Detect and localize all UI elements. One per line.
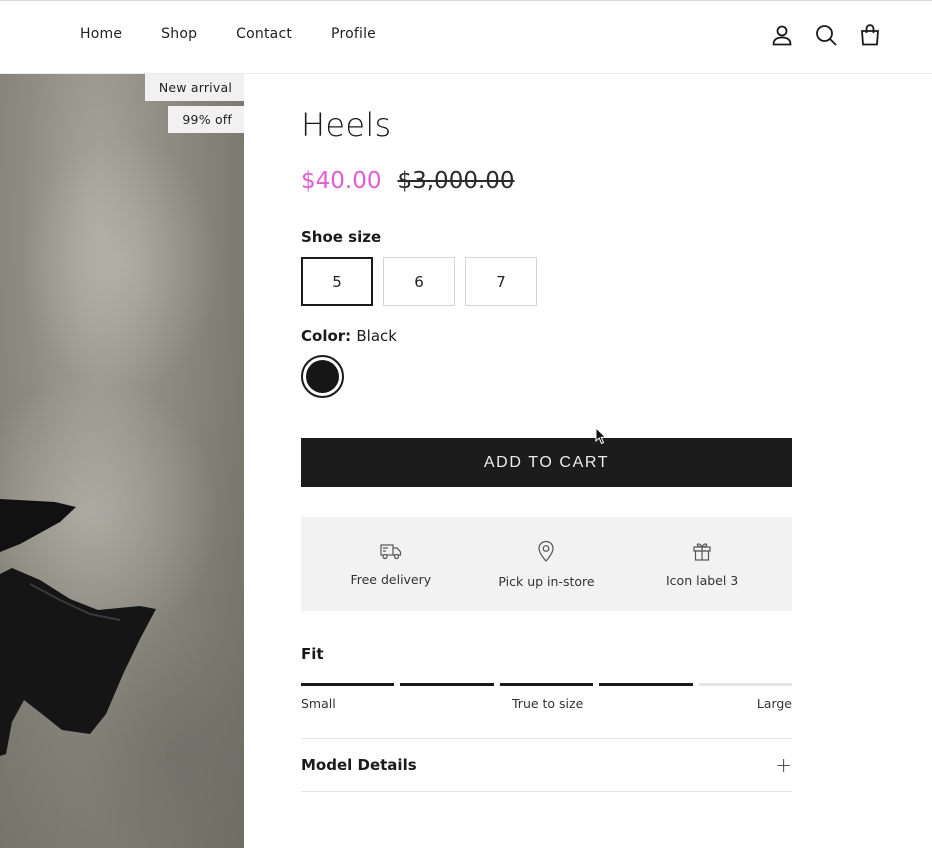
divider: [301, 791, 792, 792]
fit-meter: [301, 683, 793, 686]
color-label: Color: Black: [301, 327, 397, 345]
new-arrival-badge: New arrival: [144, 74, 244, 101]
original-price: $3,000.00: [397, 168, 515, 194]
nav-link-profile[interactable]: Profile: [331, 26, 376, 42]
site-header: Home Shop Contact Profile: [0, 1, 932, 74]
cart-icon[interactable]: [858, 23, 882, 47]
product-image[interactable]: New arrival 99% off: [0, 74, 244, 848]
feature-label: Icon label 3: [666, 572, 739, 588]
fit-label-true: True to size: [512, 696, 584, 711]
fit-segment: [499, 683, 594, 686]
size-option-6[interactable]: 6: [383, 257, 455, 306]
fit-segment: [698, 683, 793, 686]
size-label: Shoe size: [301, 228, 382, 246]
price-row: $40.00 $3,000.00: [301, 168, 515, 194]
gift-icon: [692, 541, 712, 565]
main-nav: Home Shop Contact Profile: [80, 26, 415, 42]
add-to-cart-button[interactable]: ADD TO CART: [301, 438, 792, 487]
nav-link-home[interactable]: Home: [80, 26, 122, 42]
color-value: Black: [356, 327, 397, 345]
nav-link-shop[interactable]: Shop: [161, 26, 197, 42]
nav-link-contact[interactable]: Contact: [236, 26, 292, 42]
size-selector: 5 6 7: [301, 257, 537, 306]
size-option-5[interactable]: 5: [301, 257, 373, 306]
fit-label-small: Small: [301, 696, 336, 711]
feature-pickup: Pick up in-store: [471, 540, 621, 589]
delivery-truck-icon: [380, 542, 402, 564]
heel-shoe-image: [0, 499, 156, 756]
plus-icon[interactable]: +: [775, 753, 792, 777]
color-swatch-black[interactable]: [301, 355, 344, 398]
feature-label: Free delivery: [350, 571, 432, 587]
map-pin-icon: [537, 540, 555, 566]
size-option-7[interactable]: 7: [465, 257, 537, 306]
fit-segment: [400, 683, 494, 686]
features-bar: Free delivery Pick up in-store Icon labe…: [301, 517, 792, 611]
feature-label-3: Icon label 3: [627, 541, 777, 588]
product-page: Home Shop Contact Profile New arrival 99…: [0, 0, 932, 848]
discount-badge: 99% off: [168, 106, 244, 133]
fit-title: Fit: [301, 645, 324, 663]
model-details-accordion[interactable]: Model Details +: [301, 739, 792, 791]
mouse-cursor-icon: [595, 426, 607, 449]
sale-price: $40.00: [301, 168, 382, 194]
feature-label: Pick up in-store: [498, 573, 595, 589]
color-label-text: Color:: [301, 327, 352, 345]
search-icon[interactable]: [814, 23, 838, 47]
feature-free-delivery: Free delivery: [316, 542, 466, 587]
fit-segment: [599, 683, 693, 686]
account-icon[interactable]: [770, 23, 794, 47]
fit-segment: [301, 683, 395, 686]
accordion-title: Model Details: [301, 756, 417, 774]
fit-label-large: Large: [756, 696, 792, 711]
header-icons: [770, 23, 882, 47]
swatch-fill: [306, 360, 339, 393]
product-title: Heels: [301, 106, 392, 144]
